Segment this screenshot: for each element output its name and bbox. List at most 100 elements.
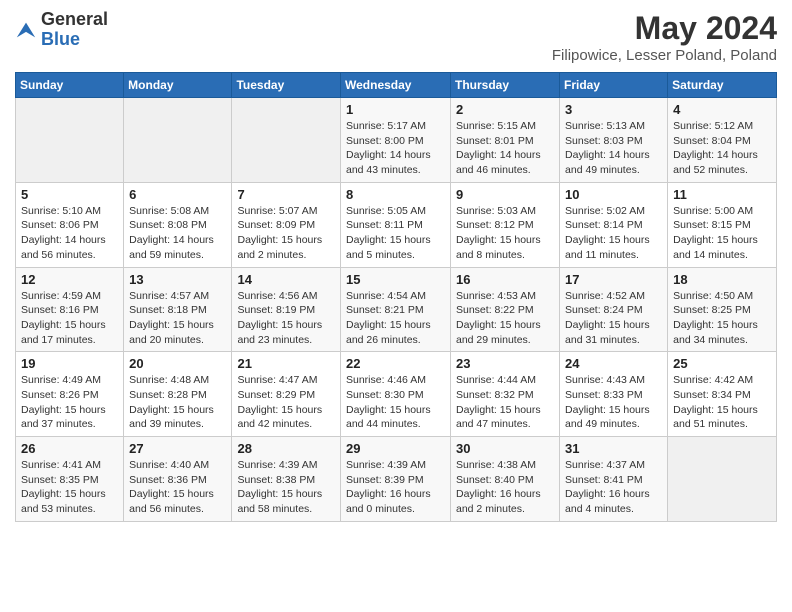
day-info: Sunrise: 4:47 AM Sunset: 8:29 PM Dayligh… (237, 373, 335, 432)
day-info: Sunrise: 4:37 AM Sunset: 8:41 PM Dayligh… (565, 458, 662, 517)
calendar-week-2: 5Sunrise: 5:10 AM Sunset: 8:06 PM Daylig… (16, 182, 777, 267)
day-info: Sunrise: 4:40 AM Sunset: 8:36 PM Dayligh… (129, 458, 226, 517)
day-info: Sunrise: 4:39 AM Sunset: 8:38 PM Dayligh… (237, 458, 335, 517)
calendar-cell: 28 Sunrise: 4:39 AM Sunset: 8:38 PM Dayli… (232, 437, 341, 522)
logo-general: General (41, 9, 108, 29)
calendar-cell: 2 Sunrise: 5:15 AM Sunset: 8:01 PM Daylig… (451, 98, 560, 183)
calendar-cell: 6 Sunrise: 5:08 AM Sunset: 8:08 PM Daylig… (124, 182, 232, 267)
day-number: 27 (129, 441, 226, 456)
logo-text: General Blue (41, 10, 108, 50)
day-info: Sunrise: 4:38 AM Sunset: 8:40 PM Dayligh… (456, 458, 554, 517)
day-number: 10 (565, 187, 662, 202)
day-info: Sunrise: 4:44 AM Sunset: 8:32 PM Dayligh… (456, 373, 554, 432)
calendar-cell: 3 Sunrise: 5:13 AM Sunset: 8:03 PM Daylig… (560, 98, 668, 183)
day-number: 23 (456, 356, 554, 371)
calendar-cell: 1Sunrise: 5:17 AM Sunset: 8:00 PM Daylig… (341, 98, 451, 183)
day-info: Sunrise: 4:49 AM Sunset: 8:26 PM Dayligh… (21, 373, 118, 432)
header-day-friday: Friday (560, 73, 668, 98)
day-info: Sunrise: 5:07 AM Sunset: 8:09 PM Dayligh… (237, 204, 335, 263)
calendar-cell: 19 Sunrise: 4:49 AM Sunset: 8:26 PM Dayli… (16, 352, 124, 437)
calendar-cell: 30 Sunrise: 4:38 AM Sunset: 8:40 PM Dayli… (451, 437, 560, 522)
day-info: Sunrise: 5:12 AM Sunset: 8:04 PM Dayligh… (673, 119, 771, 178)
day-info: Sunrise: 4:41 AM Sunset: 8:35 PM Dayligh… (21, 458, 118, 517)
day-info: Sunrise: 5:08 AM Sunset: 8:08 PM Dayligh… (129, 204, 226, 263)
header-day-tuesday: Tuesday (232, 73, 341, 98)
day-info: Sunrise: 4:50 AM Sunset: 8:25 PM Dayligh… (673, 289, 771, 348)
calendar-cell: 21 Sunrise: 4:47 AM Sunset: 8:29 PM Dayli… (232, 352, 341, 437)
calendar-cell: 17Sunrise: 4:52 AM Sunset: 8:24 PM Dayli… (560, 267, 668, 352)
day-number: 21 (237, 356, 335, 371)
day-number: 5 (21, 187, 118, 202)
day-number: 1 (346, 102, 445, 117)
day-number: 15 (346, 272, 445, 287)
calendar-cell: 4Sunrise: 5:12 AM Sunset: 8:04 PM Daylig… (668, 98, 777, 183)
calendar-cell: 22 Sunrise: 4:46 AM Sunset: 8:30 PM Dayli… (341, 352, 451, 437)
calendar-week-1: 1Sunrise: 5:17 AM Sunset: 8:00 PM Daylig… (16, 98, 777, 183)
header-day-wednesday: Wednesday (341, 73, 451, 98)
calendar-cell: 8Sunrise: 5:05 AM Sunset: 8:11 PM Daylig… (341, 182, 451, 267)
calendar-cell: 13 Sunrise: 4:57 AM Sunset: 8:18 PM Dayli… (124, 267, 232, 352)
calendar-cell: 29Sunrise: 4:39 AM Sunset: 8:39 PM Dayli… (341, 437, 451, 522)
day-number: 22 (346, 356, 445, 371)
day-number: 14 (237, 272, 335, 287)
day-info: Sunrise: 5:00 AM Sunset: 8:15 PM Dayligh… (673, 204, 771, 263)
calendar-cell: 11 Sunrise: 5:00 AM Sunset: 8:15 PM Dayli… (668, 182, 777, 267)
calendar-cell: 26 Sunrise: 4:41 AM Sunset: 8:35 PM Dayli… (16, 437, 124, 522)
day-number: 11 (673, 187, 771, 202)
day-number: 2 (456, 102, 554, 117)
day-number: 24 (565, 356, 662, 371)
calendar-cell: 18 Sunrise: 4:50 AM Sunset: 8:25 PM Dayli… (668, 267, 777, 352)
day-number: 8 (346, 187, 445, 202)
calendar-cell (668, 437, 777, 522)
day-info: Sunrise: 4:59 AM Sunset: 8:16 PM Dayligh… (21, 289, 118, 348)
header-day-thursday: Thursday (451, 73, 560, 98)
calendar-header-row: SundayMondayTuesdayWednesdayThursdayFrid… (16, 73, 777, 98)
day-info: Sunrise: 4:42 AM Sunset: 8:34 PM Dayligh… (673, 373, 771, 432)
day-info: Sunrise: 4:53 AM Sunset: 8:22 PM Dayligh… (456, 289, 554, 348)
header: General Blue May 2024 Filipowice, Lesser… (15, 10, 777, 64)
calendar-cell: 10Sunrise: 5:02 AM Sunset: 8:14 PM Dayli… (560, 182, 668, 267)
day-number: 13 (129, 272, 226, 287)
calendar-cell: 23 Sunrise: 4:44 AM Sunset: 8:32 PM Dayli… (451, 352, 560, 437)
logo-blue: Blue (41, 29, 80, 49)
logo-icon (15, 19, 37, 41)
day-number: 19 (21, 356, 118, 371)
day-info: Sunrise: 4:46 AM Sunset: 8:30 PM Dayligh… (346, 373, 445, 432)
day-info: Sunrise: 4:43 AM Sunset: 8:33 PM Dayligh… (565, 373, 662, 432)
calendar-cell: 25Sunrise: 4:42 AM Sunset: 8:34 PM Dayli… (668, 352, 777, 437)
day-info: Sunrise: 4:56 AM Sunset: 8:19 PM Dayligh… (237, 289, 335, 348)
day-info: Sunrise: 5:03 AM Sunset: 8:12 PM Dayligh… (456, 204, 554, 263)
day-number: 31 (565, 441, 662, 456)
day-number: 26 (21, 441, 118, 456)
calendar-cell: 15 Sunrise: 4:54 AM Sunset: 8:21 PM Dayli… (341, 267, 451, 352)
header-day-saturday: Saturday (668, 73, 777, 98)
day-info: Sunrise: 5:13 AM Sunset: 8:03 PM Dayligh… (565, 119, 662, 178)
day-number: 3 (565, 102, 662, 117)
day-info: Sunrise: 4:57 AM Sunset: 8:18 PM Dayligh… (129, 289, 226, 348)
header-day-monday: Monday (124, 73, 232, 98)
day-info: Sunrise: 5:15 AM Sunset: 8:01 PM Dayligh… (456, 119, 554, 178)
calendar-cell (16, 98, 124, 183)
calendar-cell (124, 98, 232, 183)
calendar-cell (232, 98, 341, 183)
calendar-cell: 7Sunrise: 5:07 AM Sunset: 8:09 PM Daylig… (232, 182, 341, 267)
calendar-cell: 5Sunrise: 5:10 AM Sunset: 8:06 PM Daylig… (16, 182, 124, 267)
day-number: 29 (346, 441, 445, 456)
day-info: Sunrise: 4:54 AM Sunset: 8:21 PM Dayligh… (346, 289, 445, 348)
calendar-cell: 20Sunrise: 4:48 AM Sunset: 8:28 PM Dayli… (124, 352, 232, 437)
sub-title: Filipowice, Lesser Poland, Poland (552, 47, 777, 64)
calendar-cell: 9 Sunrise: 5:03 AM Sunset: 8:12 PM Daylig… (451, 182, 560, 267)
calendar-table: SundayMondayTuesdayWednesdayThursdayFrid… (15, 72, 777, 522)
day-number: 28 (237, 441, 335, 456)
day-number: 30 (456, 441, 554, 456)
calendar-week-5: 26 Sunrise: 4:41 AM Sunset: 8:35 PM Dayli… (16, 437, 777, 522)
calendar-cell: 31 Sunrise: 4:37 AM Sunset: 8:41 PM Dayli… (560, 437, 668, 522)
calendar-body: 1Sunrise: 5:17 AM Sunset: 8:00 PM Daylig… (16, 98, 777, 522)
day-info: Sunrise: 4:48 AM Sunset: 8:28 PM Dayligh… (129, 373, 226, 432)
day-number: 18 (673, 272, 771, 287)
day-number: 17 (565, 272, 662, 287)
day-number: 16 (456, 272, 554, 287)
day-number: 6 (129, 187, 226, 202)
calendar-cell: 14 Sunrise: 4:56 AM Sunset: 8:19 PM Dayli… (232, 267, 341, 352)
day-number: 9 (456, 187, 554, 202)
